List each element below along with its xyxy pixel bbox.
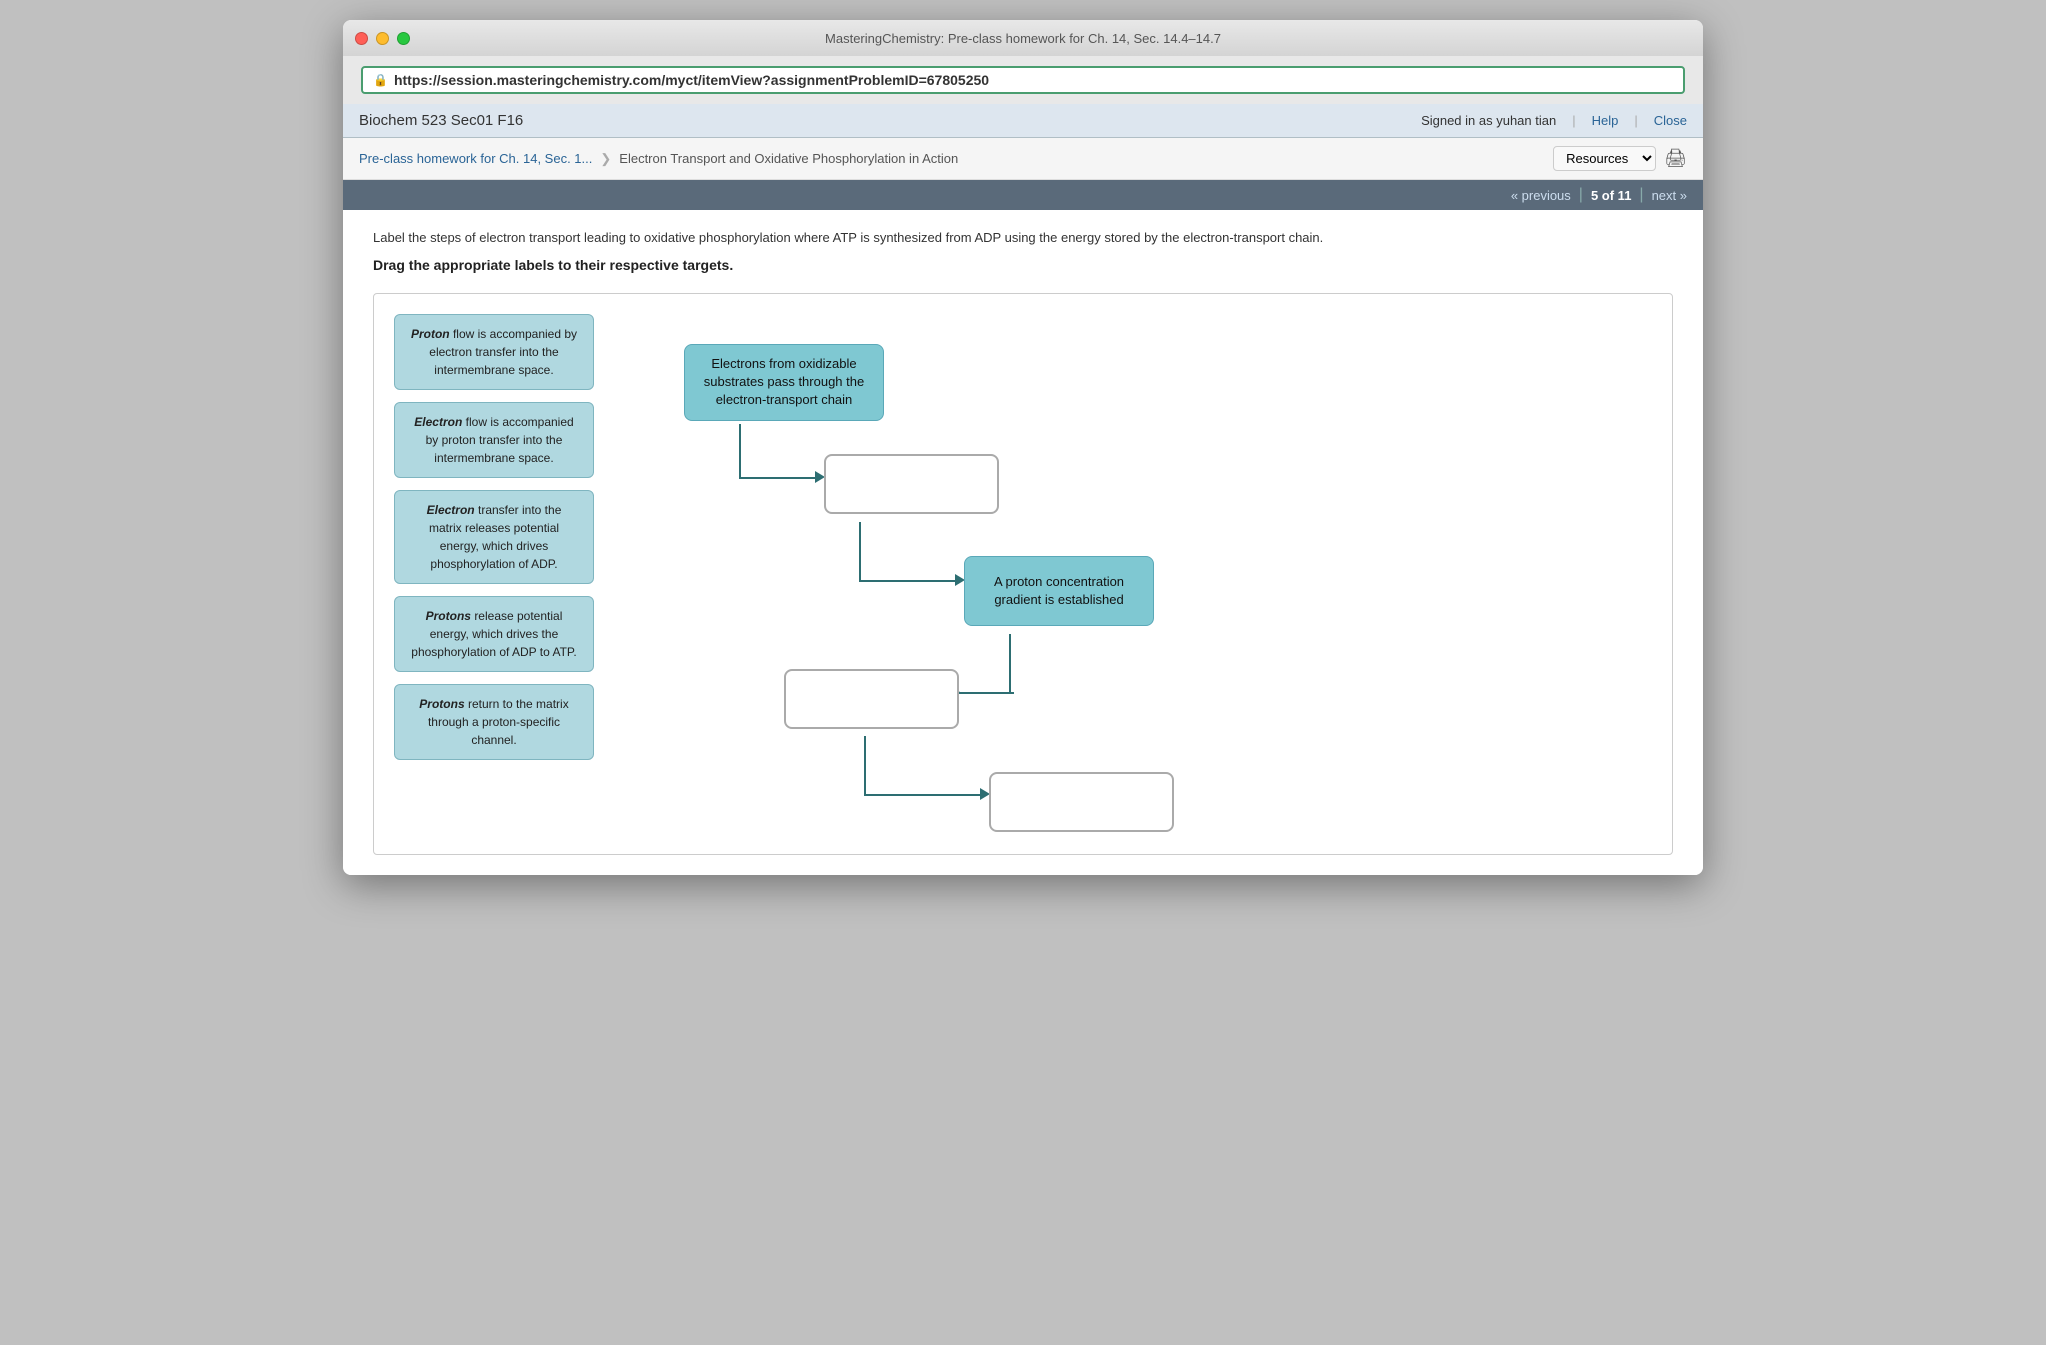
label1-em: Proton [411,327,450,341]
previous-link[interactable]: « previous [1511,188,1571,203]
label-sidebar: Proton flow is accompanied by electron t… [394,314,594,834]
close-link[interactable]: Close [1654,113,1687,128]
flow-box-5[interactable] [989,772,1174,832]
divider: | [1572,113,1575,128]
instructions-bold: Drag the appropriate labels to their res… [373,257,1673,273]
drag-label-5[interactable]: Protons return to the matrix through a p… [394,684,594,760]
arrow4-h [864,794,984,796]
resources-select[interactable]: Resources Textbook Study Area [1553,146,1656,171]
browser-window: MasteringChemistry: Pre-class homework f… [343,20,1703,875]
url-bar[interactable]: 🔒 https://session.masteringchemistry.com… [361,66,1685,94]
course-title: Biochem 523 Sec01 F16 [359,112,523,129]
window-title: MasteringChemistry: Pre-class homework f… [825,31,1221,46]
breadcrumb-right: Resources Textbook Study Area 🖨 [1553,146,1687,171]
signed-in-text: Signed in as yuhan tian [1421,113,1556,128]
url-text: https://session.masteringchemistry.com/m… [394,72,989,88]
close-button[interactable] [355,32,368,45]
nav-divider2: | [1639,186,1643,204]
header-actions: Signed in as yuhan tian | Help | Close [1421,113,1687,128]
drag-label-1[interactable]: Proton flow is accompanied by electron t… [394,314,594,390]
breadcrumb-separator: ❯ [600,151,611,167]
nav-divider1: | [1579,186,1583,204]
label3-em: Electron [427,503,475,517]
title-bar: MasteringChemistry: Pre-class homework f… [343,20,1703,56]
maximize-button[interactable] [397,32,410,45]
print-icon[interactable]: 🖨 [1664,148,1687,169]
label5-em: Protons [419,697,464,711]
drag-label-4[interactable]: Protons release potential energy, which … [394,596,594,672]
minimize-button[interactable] [376,32,389,45]
flow-box-1: Electrons from oxidizable substrates pas… [684,344,884,421]
diagram-container: Proton flow is accompanied by electron t… [373,293,1673,855]
flow-box-4[interactable] [784,669,959,729]
help-link[interactable]: Help [1592,113,1619,128]
divider2: | [1634,113,1637,128]
arrow1-h [739,477,819,479]
main-content: Label the steps of electron transport le… [343,210,1703,875]
flow-box-2[interactable] [824,454,999,514]
arrow2-v [859,522,861,582]
arrow3-v [1009,634,1011,694]
label2-em: Electron [414,415,462,429]
breadcrumb-link[interactable]: Pre-class homework for Ch. 14, Sec. 1... [359,151,592,166]
next-link[interactable]: next » [1652,188,1687,203]
breadcrumb-bar: Pre-class homework for Ch. 14, Sec. 1...… [343,138,1703,180]
label1-text: flow is accompanied by electron transfer… [429,327,577,377]
instructions-text: Label the steps of electron transport le… [373,230,1673,245]
label4-em: Protons [426,609,471,623]
window-controls [355,32,410,45]
arrow1-v [739,424,741,479]
nav-count: 5 of 11 [1591,188,1631,203]
nav-bar: « previous | 5 of 11 | next » [343,180,1703,210]
breadcrumb-current: Electron Transport and Oxidative Phospho… [619,151,958,166]
lock-icon: 🔒 [373,73,388,87]
arrow3-h [954,692,1014,694]
app-header: Biochem 523 Sec01 F16 Signed in as yuhan… [343,104,1703,138]
arrow2-h [859,580,959,582]
flow-diagram: Electrons from oxidizable substrates pas… [624,314,1652,834]
arrow4-v [864,736,866,796]
flow-box-3: A proton concentration gradient is estab… [964,556,1154,626]
drag-label-2[interactable]: Electron flow is accompanied by proton t… [394,402,594,478]
drag-label-3[interactable]: Electron transfer into the matrix releas… [394,490,594,584]
